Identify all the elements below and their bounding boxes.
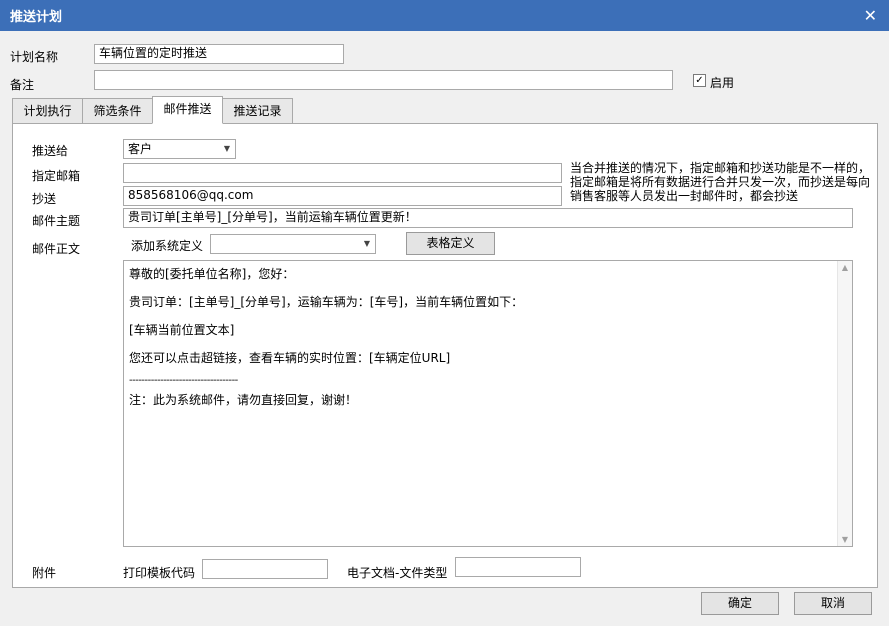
chevron-down-icon: ▼ [363, 239, 370, 248]
plan-name-input[interactable]: 车辆位置的定时推送 [94, 44, 344, 64]
tab-push-records[interactable]: 推送记录 [222, 98, 293, 124]
remark-label: 备注 [10, 78, 35, 92]
cc-note-line: 指定邮箱是将所有数据进行合并只发一次，而抄送是每向 [570, 175, 871, 189]
remark-input[interactable] [94, 70, 673, 90]
ok-button[interactable]: 确定 [701, 592, 779, 615]
cc-input[interactable]: 858568106@qq.com [123, 186, 562, 206]
send-to-label: 推送给 [32, 144, 69, 158]
scroll-down-icon[interactable]: ▼ [838, 535, 852, 544]
window-title: 推送计划 [10, 10, 63, 25]
body-scrollbar[interactable]: ▲ ▼ [837, 261, 852, 546]
checkmark-icon: ✓ [695, 75, 704, 86]
enable-label: 启用 [710, 76, 735, 90]
print-template-input[interactable] [202, 559, 328, 579]
plan-name-label: 计划名称 [10, 50, 59, 64]
subject-input[interactable]: 贵司订单[主单号]_[分单号]，当前运输车辆位置更新！ [123, 208, 853, 228]
body-line: 尊敬的[委托单位名称]，您好： [129, 267, 295, 281]
email-push-panel: 推送给 客户 ▼ 指定邮箱 抄送 858568106@qq.com 当合并推送的… [12, 123, 878, 588]
body-line: 注：此为系统邮件，请勿直接回复，谢谢！ [129, 393, 358, 407]
body-line: 贵司订单：[主单号]_[分单号]，运输车辆为：[车号]，当前车辆位置如下： [129, 295, 524, 309]
tab-plan-execution[interactable]: 计划执行 [12, 98, 83, 124]
body-editor[interactable]: 尊敬的[委托单位名称]，您好： 贵司订单：[主单号]_[分单号]，运输车辆为：[… [123, 260, 853, 547]
body-line: [车辆当前位置文本] [129, 323, 235, 337]
body-label: 邮件正文 [32, 242, 81, 256]
cc-note: 当合并推送的情况下，指定邮箱和抄送功能是不一样的， 指定邮箱是将所有数据进行合并… [570, 161, 870, 203]
add-system-def-label: 添加系统定义 [131, 239, 204, 253]
print-template-label: 打印模板代码 [123, 566, 196, 580]
tab-email-push[interactable]: 邮件推送 [152, 96, 223, 124]
chevron-down-icon: ▼ [223, 144, 230, 153]
subject-label: 邮件主题 [32, 214, 81, 228]
cc-note-line: 当合并推送的情况下，指定邮箱和抄送功能是不一样的， [570, 161, 871, 175]
title-bar: 推送计划 ✕ [0, 0, 889, 31]
body-divider: ----------------------------------- [129, 375, 238, 386]
doc-type-label: 电子文档-文件类型 [347, 566, 448, 580]
close-icon[interactable]: ✕ [864, 7, 877, 24]
cc-note-line: 销售客服等人员发出一封邮件时，都会抄送 [570, 189, 799, 203]
doc-type-input[interactable] [455, 557, 581, 577]
send-to-select[interactable]: 客户 ▼ [123, 139, 236, 159]
attachment-label: 附件 [32, 566, 57, 580]
send-to-value: 客户 [128, 142, 153, 156]
enable-checkbox[interactable]: ✓ [693, 74, 706, 87]
cc-label: 抄送 [32, 192, 57, 206]
table-def-button[interactable]: 表格定义 [406, 232, 495, 255]
add-system-def-select[interactable]: ▼ [210, 234, 376, 254]
tab-filter-conditions[interactable]: 筛选条件 [82, 98, 153, 124]
scroll-up-icon[interactable]: ▲ [838, 263, 852, 272]
assigned-email-input[interactable] [123, 163, 562, 183]
body-line: 您还可以点击超链接，查看车辆的实时位置：[车辆定位URL] [129, 351, 451, 365]
cancel-button[interactable]: 取消 [794, 592, 872, 615]
assigned-email-label: 指定邮箱 [32, 169, 81, 183]
